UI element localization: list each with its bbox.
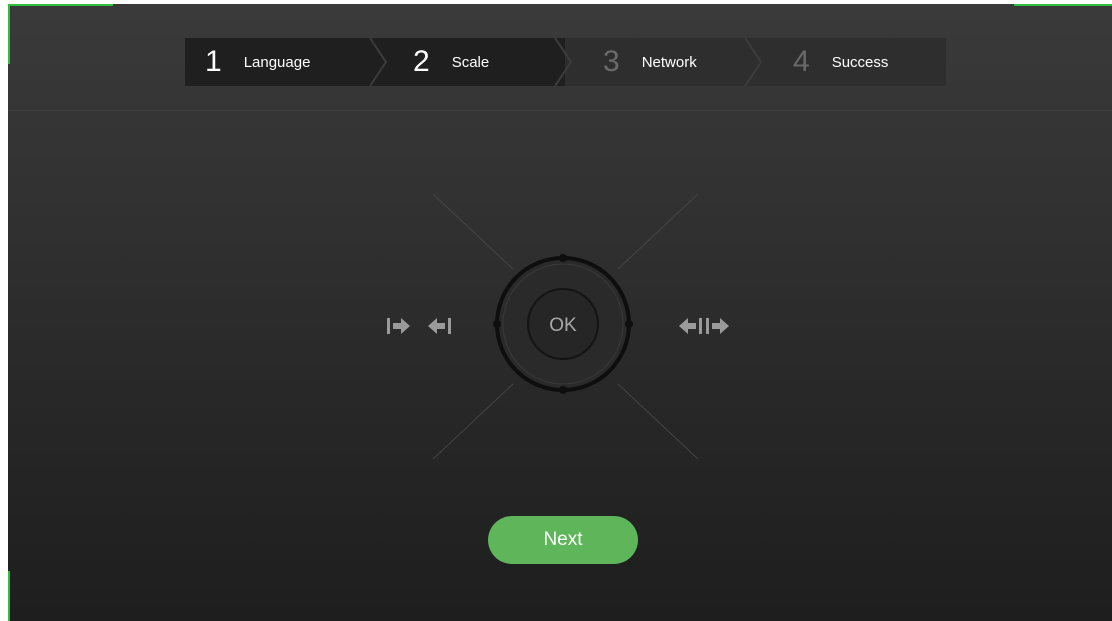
guide-line-bottom-right	[617, 383, 699, 460]
next-button[interactable]: Next	[488, 516, 638, 564]
remote-dpad[interactable]: OK	[493, 254, 633, 394]
dpad-left-dot[interactable]	[493, 320, 501, 328]
dpad-down-dot[interactable]	[559, 386, 567, 394]
dpad-ok-label: OK	[549, 315, 577, 336]
expand-arrows-icon	[679, 318, 729, 334]
shrink-arrows-icon	[387, 318, 451, 334]
dpad-up-dot[interactable]	[559, 254, 567, 262]
guide-line-bottom-left	[432, 383, 514, 460]
dpad-right-dot[interactable]	[625, 320, 633, 328]
setup-screen: 1 Language 2 Scale 3 Network 4 Success O…	[8, 4, 1112, 621]
